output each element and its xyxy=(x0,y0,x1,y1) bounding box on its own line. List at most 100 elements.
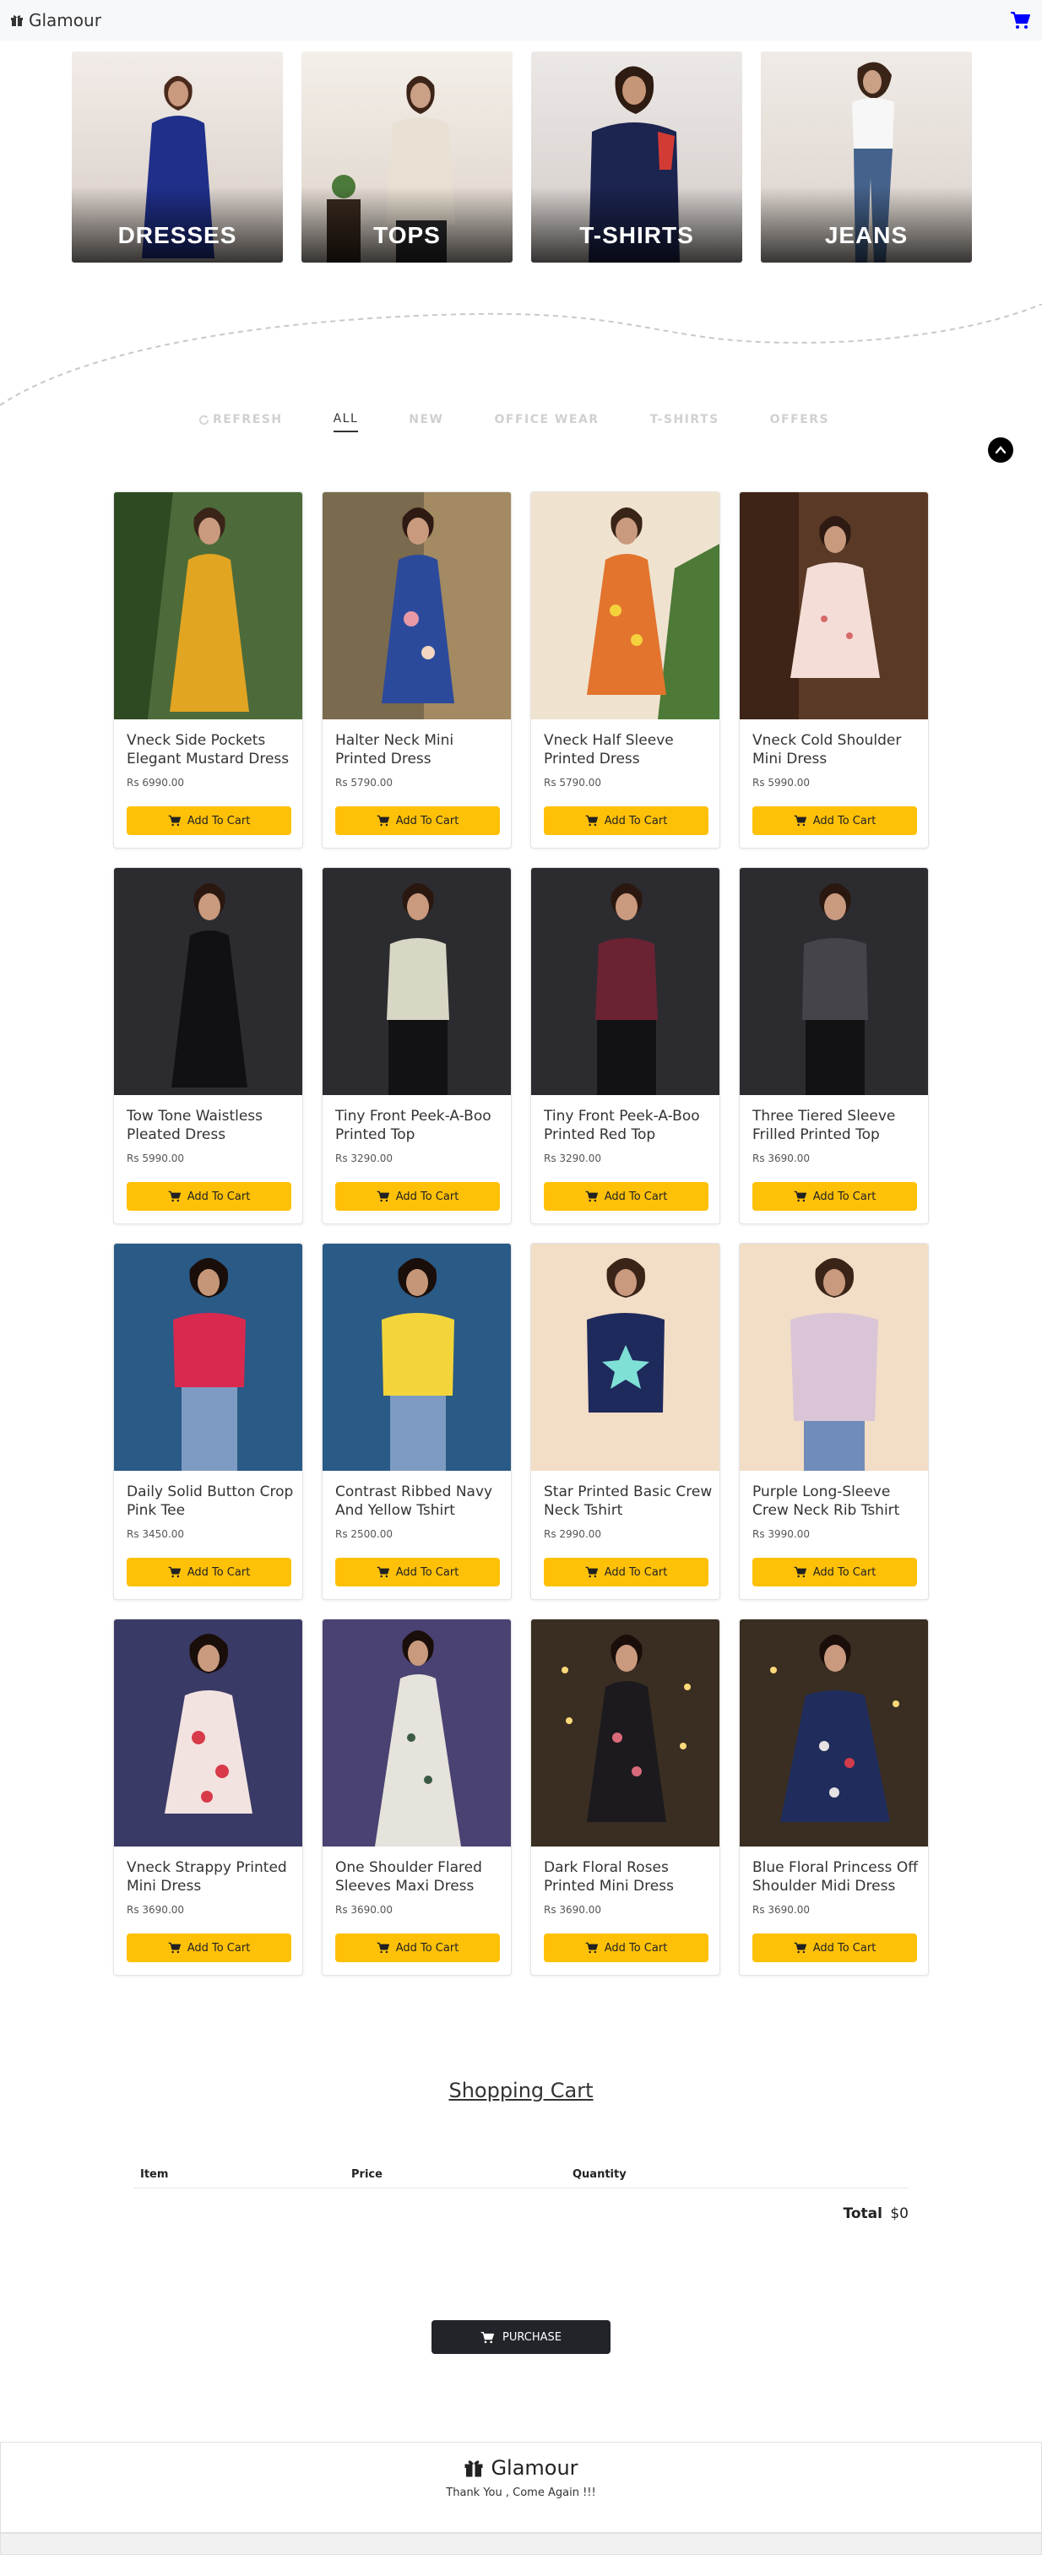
cart-column-price: Price xyxy=(351,2168,383,2181)
navbar: Glamour xyxy=(0,0,1042,41)
cart-icon xyxy=(794,815,806,827)
category-label: DRESSES xyxy=(117,222,237,248)
add-to-cart-button[interactable]: Add To Cart xyxy=(127,1182,291,1211)
cart-icon xyxy=(377,815,389,827)
product-card: Halter Neck Mini Printed Dress Rs 5790.0… xyxy=(322,491,512,849)
filter-tab-all[interactable]: ALL xyxy=(333,412,359,432)
category-label: TOPS xyxy=(373,222,441,248)
product-card: Tiny Front Peek-A-Boo Printed Red Top Rs… xyxy=(530,867,720,1224)
category-dresses[interactable]: DRESSES xyxy=(72,52,283,263)
add-to-cart-button[interactable]: Add To Cart xyxy=(752,1558,917,1586)
footer-message: Thank You , Come Again !!! xyxy=(446,2487,596,2499)
product-image xyxy=(323,1244,511,1471)
cart-icon xyxy=(585,1566,598,1578)
product-image xyxy=(740,492,928,719)
product-image xyxy=(740,1619,928,1847)
footer-bottom-bar xyxy=(0,2533,1042,2555)
cart-icon xyxy=(168,1942,181,1954)
product-image xyxy=(114,1619,302,1847)
brand-link[interactable]: Glamour xyxy=(10,10,101,30)
product-image xyxy=(531,868,719,1095)
filter-tab-office-wear[interactable]: OFFICE WEAR xyxy=(494,413,599,431)
product-image xyxy=(323,1619,511,1847)
filter-tab-new[interactable]: NEW xyxy=(409,413,443,431)
product-price: Rs 3690.00 xyxy=(752,1152,811,1164)
add-to-cart-button[interactable]: Add To Cart xyxy=(752,1933,917,1962)
product-card: Dark Floral Roses Printed Mini Dress Rs … xyxy=(530,1619,720,1976)
product-name: Dark Floral Roses Printed Mini Dress xyxy=(544,1859,674,1895)
add-to-cart-label: Add To Cart xyxy=(187,1565,251,1579)
refresh-icon xyxy=(199,415,209,425)
product-price: Rs 5990.00 xyxy=(752,777,811,789)
cart-icon xyxy=(377,1566,389,1578)
add-to-cart-button[interactable]: Add To Cart xyxy=(335,1182,500,1211)
wave-divider xyxy=(0,304,1042,406)
chevron-up-icon xyxy=(995,446,1007,454)
product-price: Rs 5990.00 xyxy=(127,1152,185,1164)
product-card: Blue Floral Princess Off Shoulder Midi D… xyxy=(739,1619,929,1976)
add-to-cart-label: Add To Cart xyxy=(395,1941,459,1955)
cart-icon xyxy=(1011,12,1030,29)
add-to-cart-button[interactable]: Add To Cart xyxy=(127,1558,291,1586)
category-tshirts[interactable]: T-SHIRTS xyxy=(531,52,742,263)
add-to-cart-label: Add To Cart xyxy=(604,1941,668,1955)
product-card: Vneck Strappy Printed Mini Dress Rs 3690… xyxy=(113,1619,303,1976)
product-price: Rs 5790.00 xyxy=(335,777,393,789)
product-price: Rs 5790.00 xyxy=(544,777,602,789)
product-image xyxy=(114,868,302,1095)
product-name: Three Tiered Sleeve Frilled Printed Top xyxy=(752,1108,896,1143)
add-to-cart-label: Add To Cart xyxy=(395,1190,459,1203)
add-to-cart-button[interactable]: Add To Cart xyxy=(335,1558,500,1586)
product-price: Rs 3690.00 xyxy=(752,1904,811,1916)
add-to-cart-button[interactable]: Add To Cart xyxy=(127,806,291,835)
product-name: Vneck Strappy Printed Mini Dress xyxy=(127,1859,287,1895)
cart-link[interactable] xyxy=(1008,8,1032,32)
cart-icon xyxy=(794,1190,806,1202)
add-to-cart-label: Add To Cart xyxy=(812,1941,876,1955)
cart-icon xyxy=(168,1566,181,1578)
purchase-button[interactable]: PURCHASE xyxy=(431,2320,611,2354)
refresh-label: REFRESH xyxy=(213,413,283,426)
cart-icon xyxy=(794,1566,806,1578)
scroll-top-button[interactable] xyxy=(988,437,1013,463)
add-to-cart-label: Add To Cart xyxy=(187,1190,251,1203)
product-image xyxy=(323,492,511,719)
add-to-cart-button[interactable]: Add To Cart xyxy=(544,1558,708,1586)
refresh-button[interactable]: REFRESH xyxy=(198,413,283,431)
cart-total-label: Total xyxy=(843,2205,882,2222)
product-card: Tow Tone Waistless Pleated Dress Rs 5990… xyxy=(113,867,303,1224)
filter-tab-offers[interactable]: OFFERS xyxy=(770,413,829,431)
product-card: Contrast Ribbed Navy And Yellow Tshirt R… xyxy=(322,1243,512,1600)
add-to-cart-label: Add To Cart xyxy=(604,814,668,827)
product-price: Rs 2500.00 xyxy=(335,1528,393,1540)
add-to-cart-button[interactable]: Add To Cart xyxy=(752,1182,917,1211)
cart-icon xyxy=(585,815,598,827)
add-to-cart-button[interactable]: Add To Cart xyxy=(335,806,500,835)
add-to-cart-label: Add To Cart xyxy=(187,814,251,827)
product-price: Rs 3450.00 xyxy=(127,1528,185,1540)
footer-brand: Glamour xyxy=(1,2456,1041,2480)
add-to-cart-button[interactable]: Add To Cart xyxy=(752,806,917,835)
filter-tab-tshirts[interactable]: T-SHIRTS xyxy=(650,413,719,431)
product-image xyxy=(740,868,928,1095)
add-to-cart-button[interactable]: Add To Cart xyxy=(335,1933,500,1962)
category-jeans[interactable]: JEANS xyxy=(761,52,972,263)
cart-title: Shopping Cart xyxy=(448,2079,594,2102)
product-name: Purple Long-Sleeve Crew Neck Rib Tshirt xyxy=(752,1483,900,1519)
cart-icon xyxy=(480,2331,495,2343)
product-image xyxy=(114,492,302,719)
cart-total-value: $0 xyxy=(890,2205,909,2222)
brand-name: Glamour xyxy=(29,10,101,30)
add-to-cart-button[interactable]: Add To Cart xyxy=(544,1182,708,1211)
product-name: Vneck Side Pockets Elegant Mustard Dress xyxy=(127,732,290,767)
product-name: Star Printed Basic Crew Neck Tshirt xyxy=(544,1483,713,1519)
footer-brand-name: Glamour xyxy=(491,2456,578,2480)
category-tops[interactable]: TOPS xyxy=(301,52,513,263)
add-to-cart-label: Add To Cart xyxy=(604,1565,668,1579)
add-to-cart-button[interactable]: Add To Cart xyxy=(544,806,708,835)
add-to-cart-label: Add To Cart xyxy=(812,814,876,827)
cart-table-header: Item Price Quantity xyxy=(133,2163,909,2188)
product-name: Contrast Ribbed Navy And Yellow Tshirt xyxy=(335,1483,493,1519)
add-to-cart-button[interactable]: Add To Cart xyxy=(544,1933,708,1962)
add-to-cart-button[interactable]: Add To Cart xyxy=(127,1933,291,1962)
